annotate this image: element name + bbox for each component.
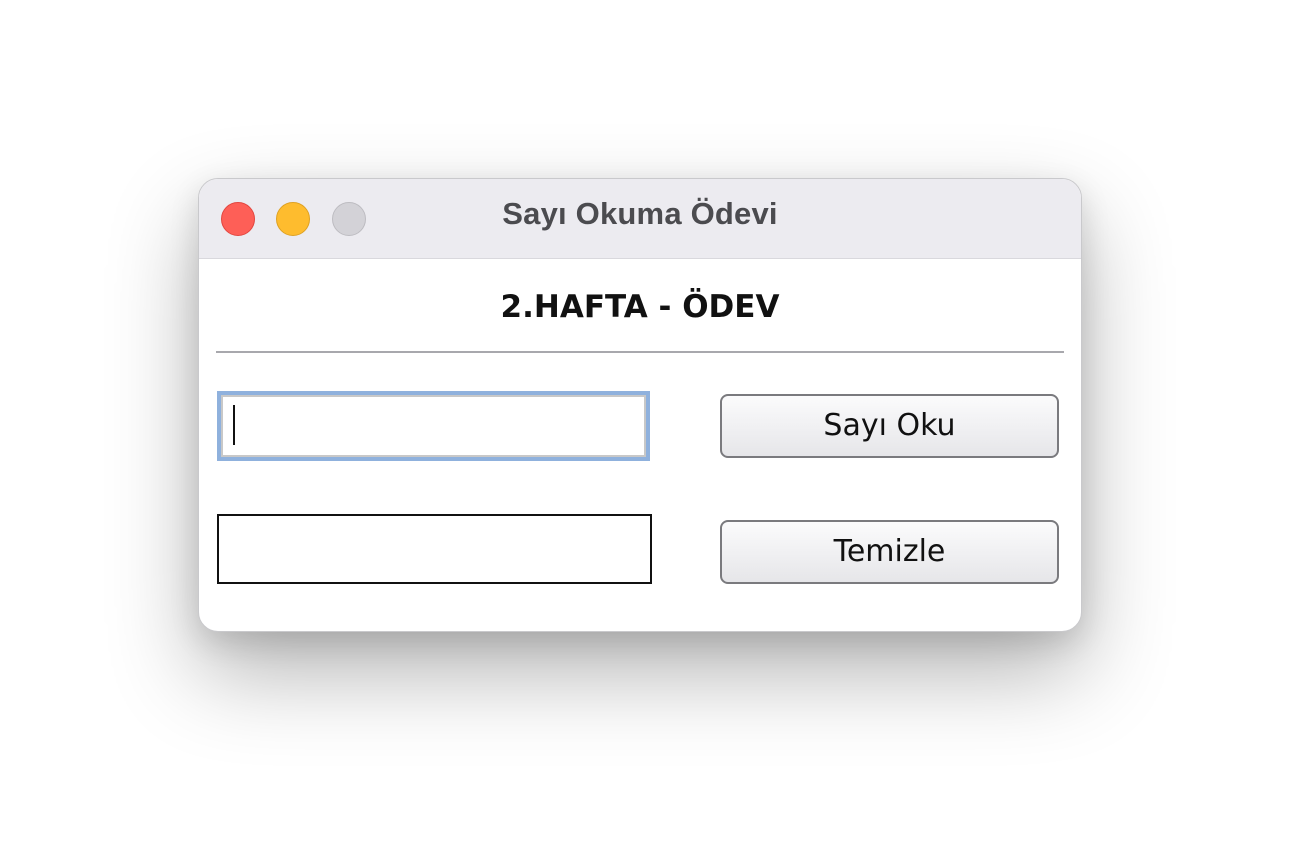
clear-button[interactable]: Temizle: [720, 520, 1059, 584]
app-window: Sayı Okuma Ödevi 2.HAFTA - ÖDEV Sayı Oku…: [198, 178, 1082, 632]
page-heading: 2.HAFTA - ÖDEV: [500, 289, 780, 325]
read-number-button[interactable]: Sayı Oku: [720, 394, 1059, 458]
window-title: Sayı Okuma Ödevi: [502, 196, 778, 231]
heading-divider: [216, 351, 1064, 353]
result-output-field[interactable]: [217, 514, 652, 584]
text-caret: [233, 405, 235, 445]
number-input[interactable]: [217, 391, 650, 461]
title-bar[interactable]: Sayı Okuma Ödevi: [199, 179, 1081, 259]
